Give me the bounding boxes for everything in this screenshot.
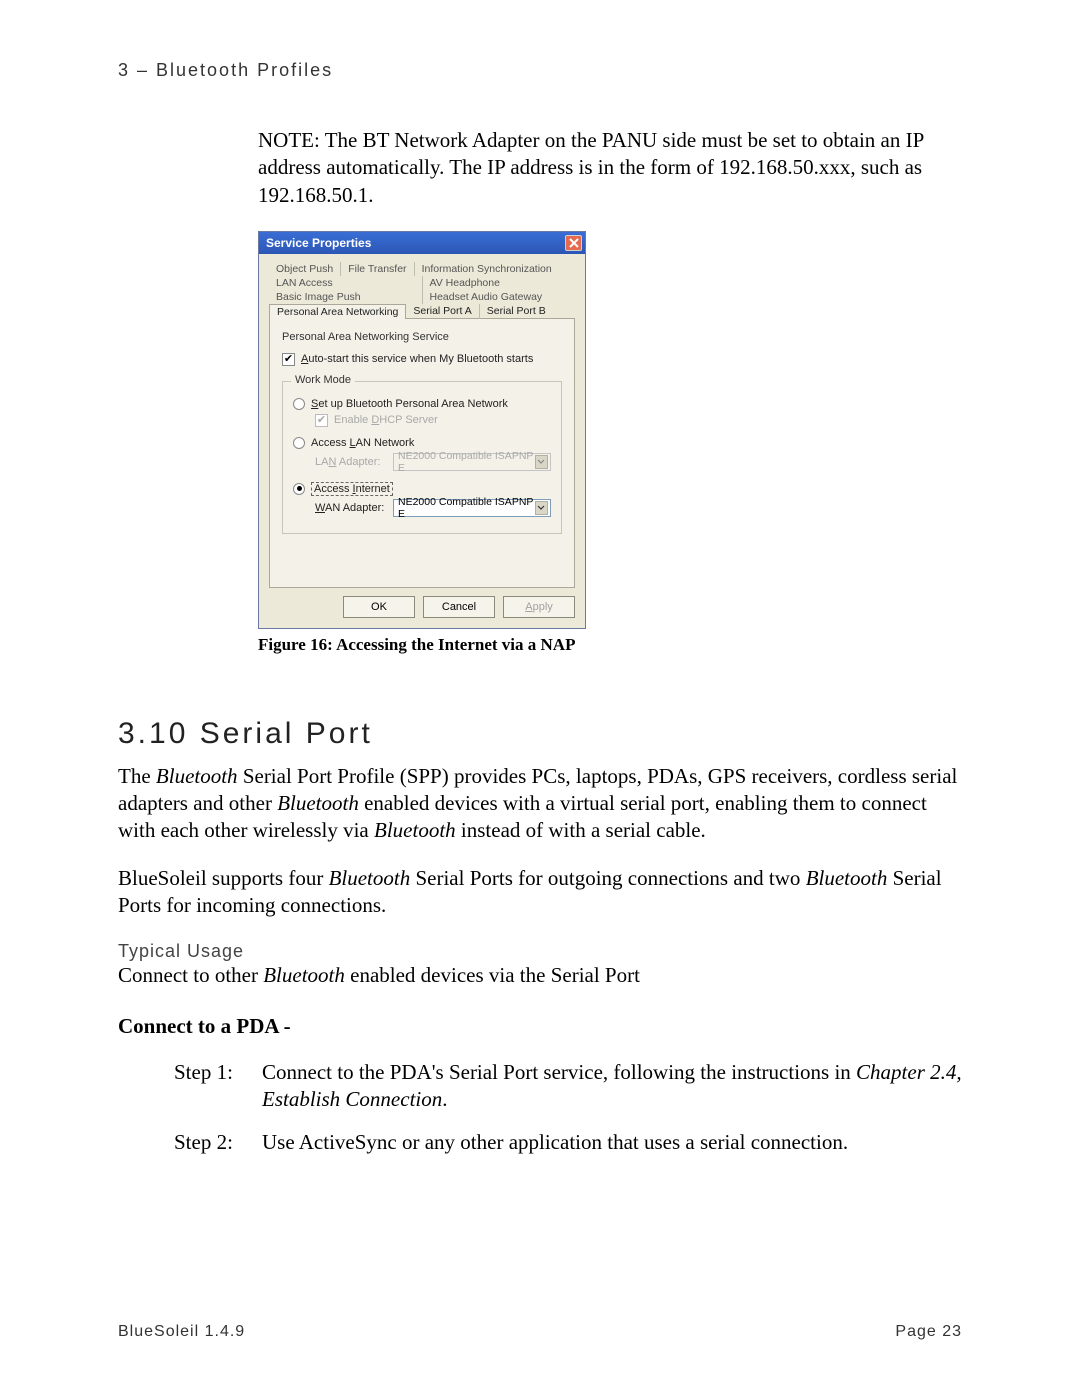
figure-caption: Figure 16: Accessing the Internet via a … [258,635,962,655]
footer-product: BlueSoleil 1.4.9 [118,1323,245,1341]
tab-headset-audio-gateway[interactable]: Headset Audio Gateway [423,290,576,304]
step-1: Step 1: Connect to the PDA's Serial Port… [174,1059,962,1114]
tab-av-headphone[interactable]: AV Headphone [423,276,576,290]
tab-file-transfer[interactable]: File Transfer [341,262,414,276]
autostart-label: Auto-start this service when My Bluetoot… [301,353,533,365]
cancel-button[interactable]: Cancel [423,596,495,618]
chevron-down-icon[interactable] [535,501,548,515]
dialog-title: Service Properties [266,236,371,250]
step-2-label: Step 2: [174,1129,246,1156]
step-1-body: Connect to the PDA's Serial Port service… [262,1059,962,1114]
service-properties-dialog: Service Properties Object Push File Tran… [258,231,586,629]
tab-serial-port-a[interactable]: Serial Port A [406,304,479,319]
radio-internet[interactable] [293,483,305,495]
tab-lan-access[interactable]: LAN Access [269,276,423,290]
fieldset-legend: Work Mode [291,374,355,386]
step-2: Step 2: Use ActiveSync or any other appl… [174,1129,962,1156]
footer-page: Page 23 [895,1323,962,1341]
wan-adapter-select[interactable]: NE2000 Compatible ISAPNP E [393,499,551,517]
radio-internet-label: Access Internet [311,483,393,495]
dialog-titlebar: Service Properties [259,232,585,254]
radio-pan-label: Set up Bluetooth Personal Area Network [311,398,508,410]
tab-info-sync[interactable]: Information Synchronization [415,262,559,276]
lan-adapter-select: NE2000 Compatible ISAPNP E [393,453,551,471]
ok-button[interactable]: OK [343,596,415,618]
tabs-area: Object Push File Transfer Information Sy… [259,254,585,588]
tab-serial-port-b[interactable]: Serial Port B [480,304,553,319]
enable-dhcp-label: Enable DHCP Server [334,414,438,426]
para-2: BlueSoleil supports four Bluetooth Seria… [118,865,962,920]
close-icon[interactable] [565,235,582,251]
wan-adapter-label: WAN Adapter: [315,502,387,514]
radio-pan[interactable] [293,398,305,410]
para-1: The Bluetooth Serial Port Profile (SPP) … [118,763,962,845]
service-label: Personal Area Networking Service [282,331,562,343]
connect-pda-heading: Connect to a PDA - [118,1014,962,1039]
apply-button[interactable]: Apply [503,596,575,618]
note-text: NOTE: The BT Network Adapter on the PANU… [258,127,942,209]
enable-dhcp-checkbox: ✔ [315,414,328,427]
tab-basic-image-push[interactable]: Basic Image Push [269,290,423,304]
chapter-header: 3 – Bluetooth Profiles [118,60,962,81]
tab-object-push[interactable]: Object Push [269,262,341,276]
step-2-body: Use ActiveSync or any other application … [262,1129,962,1156]
step-1-label: Step 1: [174,1059,246,1114]
radio-lan-label: Access LAN Network [311,437,414,449]
tab-panel: Personal Area Networking Service ✔ Auto-… [269,318,575,588]
section-heading: 3.10 Serial Port [118,717,962,751]
radio-lan[interactable] [293,437,305,449]
lan-adapter-label: LAN Adapter: [315,456,387,468]
tab-pan[interactable]: Personal Area Networking [269,304,406,319]
chevron-down-icon [535,455,548,469]
typical-usage-text: Connect to other Bluetooth enabled devic… [118,962,962,989]
typical-usage-heading: Typical Usage [118,941,962,962]
autostart-checkbox[interactable]: ✔ [282,353,295,366]
work-mode-fieldset: Work Mode Set up Bluetooth Personal Area… [282,381,562,534]
